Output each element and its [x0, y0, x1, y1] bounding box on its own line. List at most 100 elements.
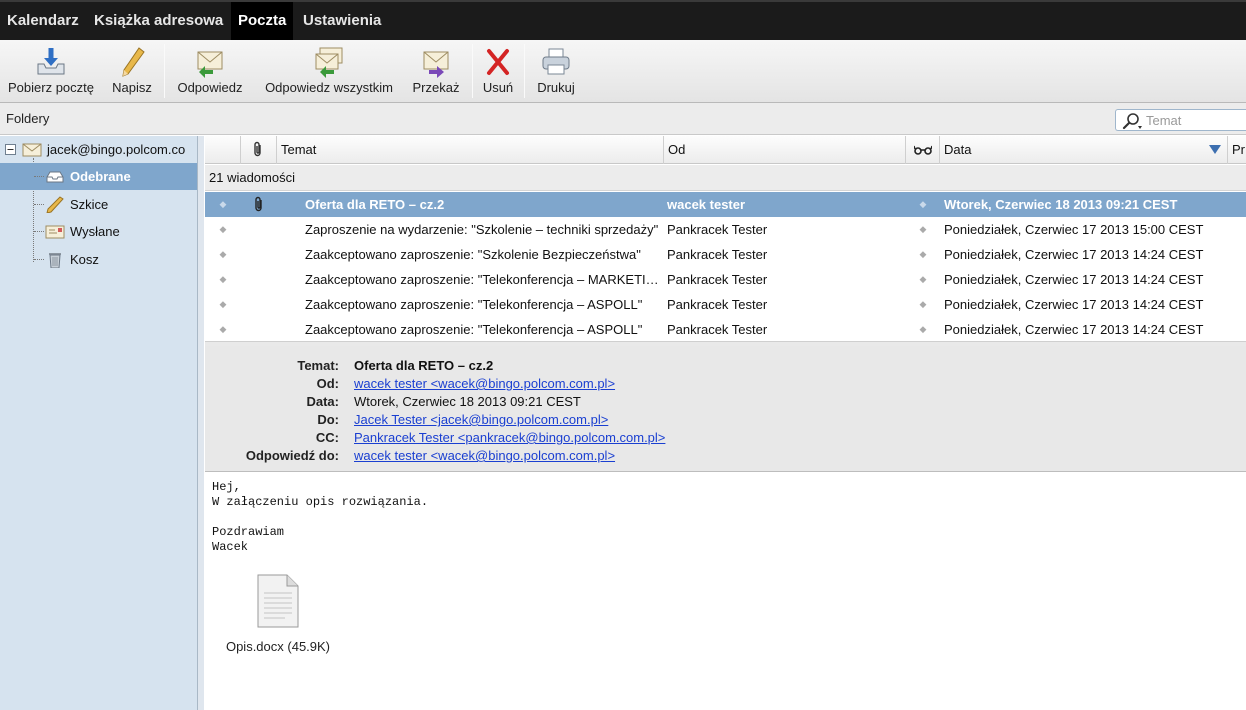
column-from[interactable]: Od	[664, 136, 906, 164]
attachment-item[interactable]: Opis.docx (45.9K)	[215, 573, 341, 663]
read-status-icon[interactable]: ◆	[218, 192, 228, 217]
message-subject: Zaakceptowano zaproszenie: "Telekonferen…	[305, 322, 643, 337]
folder-tree: jacek@bingo.polcom.co Odebrane Szkice Wy…	[0, 136, 198, 710]
reply-button[interactable]: Odpowiedz	[170, 40, 250, 102]
folder-trash-label: Kosz	[70, 252, 99, 267]
column-priority[interactable]: Pr	[1228, 136, 1246, 164]
attachment-icon	[254, 141, 261, 157]
folder-drafts[interactable]: Szkice	[0, 191, 197, 218]
inbox-icon	[46, 171, 64, 183]
message-row[interactable]: ◆ Oferta dla RETO – cz.2 wacek tester ◆ …	[205, 192, 1246, 217]
read-status-icon[interactable]: ◆	[218, 267, 228, 292]
nav-calendar[interactable]: Kalendarz	[0, 2, 86, 40]
print-label: Drukuj	[537, 80, 575, 95]
folder-trash[interactable]: Kosz	[0, 246, 197, 273]
account-label: jacek@bingo.polcom.co	[47, 142, 186, 157]
get-mail-button[interactable]: Pobierz pocztę	[2, 40, 100, 102]
attachment-icon	[255, 196, 262, 212]
message-from: Pankracek Tester	[667, 297, 768, 312]
header-to-row: Do: Jacek Tester <jacek@bingo.polcom.com…	[205, 411, 1246, 429]
folder-inbox[interactable]: Odebrane	[0, 163, 197, 190]
column-date-label: Data	[944, 142, 972, 157]
message-row[interactable]: ◆ Zaproszenie na wydarzenie: "Szkolenie …	[205, 217, 1246, 242]
search-box[interactable]	[1115, 109, 1246, 131]
message-body-text: Hej, W załączeniu opis rozwiązania. Pozd…	[212, 480, 429, 554]
thread-dot-icon: ◆	[919, 324, 927, 334]
search-input[interactable]	[1146, 112, 1241, 129]
print-button[interactable]: Drukuj	[530, 40, 582, 102]
get-mail-label: Pobierz pocztę	[8, 80, 94, 95]
top-navigation: Kalendarz Książka adresowa Poczta Ustawi…	[0, 0, 1246, 40]
tree-connector	[34, 231, 44, 232]
message-subject: Zaakceptowano zaproszenie: "Telekonferen…	[305, 272, 660, 287]
column-attachment[interactable]	[241, 136, 277, 164]
header-to-link[interactable]: Jacek Tester <jacek@bingo.polcom.com.pl>	[354, 411, 608, 429]
reply-all-button[interactable]: Odpowiedz wszystkim	[256, 40, 402, 102]
column-date[interactable]: Data	[940, 136, 1228, 164]
nav-mail[interactable]: Poczta	[231, 2, 294, 40]
nav-address-book[interactable]: Książka adresowa	[87, 2, 230, 40]
header-from-label: Od:	[316, 376, 339, 391]
delete-button[interactable]: Usuń	[478, 40, 518, 102]
thread-dot-icon: ◆	[919, 224, 927, 234]
message-row[interactable]: ◆ Zaakceptowano zaproszenie: "Telekonfer…	[205, 292, 1246, 317]
read-status-icon[interactable]: ◆	[218, 242, 228, 267]
read-status-icon[interactable]: ◆	[218, 317, 228, 342]
message-date: Wtorek, Czerwiec 18 2013 09:21 CEST	[944, 197, 1178, 212]
read-status-icon[interactable]: ◆	[218, 292, 228, 317]
header-reply-to-label: Odpowiedź do:	[245, 448, 339, 463]
thread-dot-icon: ◆	[919, 299, 927, 309]
column-subject[interactable]: Temat	[277, 136, 664, 164]
header-cc-label: CC:	[315, 430, 339, 445]
header-subject-row: Temat: Oferta dla RETO – cz.2	[205, 357, 1246, 375]
read-status-icon[interactable]: ◆	[218, 217, 228, 242]
thread-dot-icon: ◆	[919, 249, 927, 259]
header-date-row: Data: Wtorek, Czerwiec 18 2013 09:21 CES…	[205, 393, 1246, 411]
folder-header-bar: Foldery	[0, 103, 1246, 135]
sort-descending-icon[interactable]	[1209, 145, 1221, 154]
message-date: Poniedziałek, Czerwiec 17 2013 14:24 CES…	[944, 322, 1204, 337]
forward-button[interactable]: Przekaż	[408, 40, 464, 102]
nav-settings[interactable]: Ustawienia	[296, 2, 388, 40]
trash-icon	[49, 253, 61, 268]
message-subject: Oferta dla RETO – cz.2	[305, 197, 445, 212]
folders-title: Foldery	[6, 111, 50, 126]
header-reply-to-link[interactable]: wacek tester <wacek@bingo.polcom.com.pl>	[354, 447, 615, 465]
header-cc-link[interactable]: Pankracek Tester <pankracek@bingo.polcom…	[354, 429, 665, 447]
message-row[interactable]: ◆ Zaakceptowano zaproszenie: "Telekonfer…	[205, 317, 1246, 342]
tree-connector	[34, 259, 44, 260]
header-from-link[interactable]: wacek tester <wacek@bingo.polcom.com.pl>	[354, 375, 615, 393]
search-icon[interactable]	[1120, 112, 1144, 130]
compose-button[interactable]: Napisz	[106, 40, 158, 102]
pane-splitter[interactable]	[198, 136, 204, 710]
message-row[interactable]: ◆ Zaakceptowano zaproszenie: "Telekonfer…	[205, 267, 1246, 292]
header-from-row: Od: wacek tester <wacek@bingo.polcom.com…	[205, 375, 1246, 393]
header-date-value: Wtorek, Czerwiec 18 2013 09:21 CEST	[354, 394, 581, 409]
message-date: Poniedziałek, Czerwiec 17 2013 15:00 CES…	[944, 222, 1204, 237]
header-date-label: Data:	[306, 394, 339, 409]
tree-connector	[34, 204, 44, 205]
attachment-name: Opis.docx (45.9K)	[225, 639, 331, 654]
compose-label: Napisz	[112, 80, 152, 95]
mail-account-icon	[22, 143, 42, 157]
column-thread[interactable]	[906, 136, 940, 164]
folder-sent[interactable]: Wysłane	[0, 218, 197, 245]
folder-inbox-label: Odebrane	[70, 169, 131, 184]
message-date: Poniedziałek, Czerwiec 17 2013 14:24 CES…	[944, 247, 1204, 262]
folder-sent-label: Wysłane	[70, 224, 120, 239]
pencil-icon	[122, 47, 145, 77]
column-status[interactable]	[205, 136, 241, 164]
account-row[interactable]: jacek@bingo.polcom.co	[0, 136, 197, 163]
header-to-label: Do:	[317, 412, 339, 427]
message-header-pane: Temat: Oferta dla RETO – cz.2 Od: wacek …	[205, 346, 1246, 472]
collapse-icon[interactable]	[5, 144, 16, 155]
message-row[interactable]: ◆ Zaakceptowano zaproszenie: "Szkolenie …	[205, 242, 1246, 267]
tree-connector	[34, 176, 44, 177]
toolbar-separator	[472, 44, 473, 98]
delete-icon	[487, 49, 509, 75]
message-count: 21 wiadomości	[205, 165, 1246, 191]
toolbar-separator	[524, 44, 525, 98]
header-subject-label: Temat:	[297, 358, 339, 373]
toolbar: Pobierz pocztę Napisz Odpowiedz Odpowied…	[0, 40, 1246, 103]
message-date: Poniedziałek, Czerwiec 17 2013 14:24 CES…	[944, 272, 1204, 287]
